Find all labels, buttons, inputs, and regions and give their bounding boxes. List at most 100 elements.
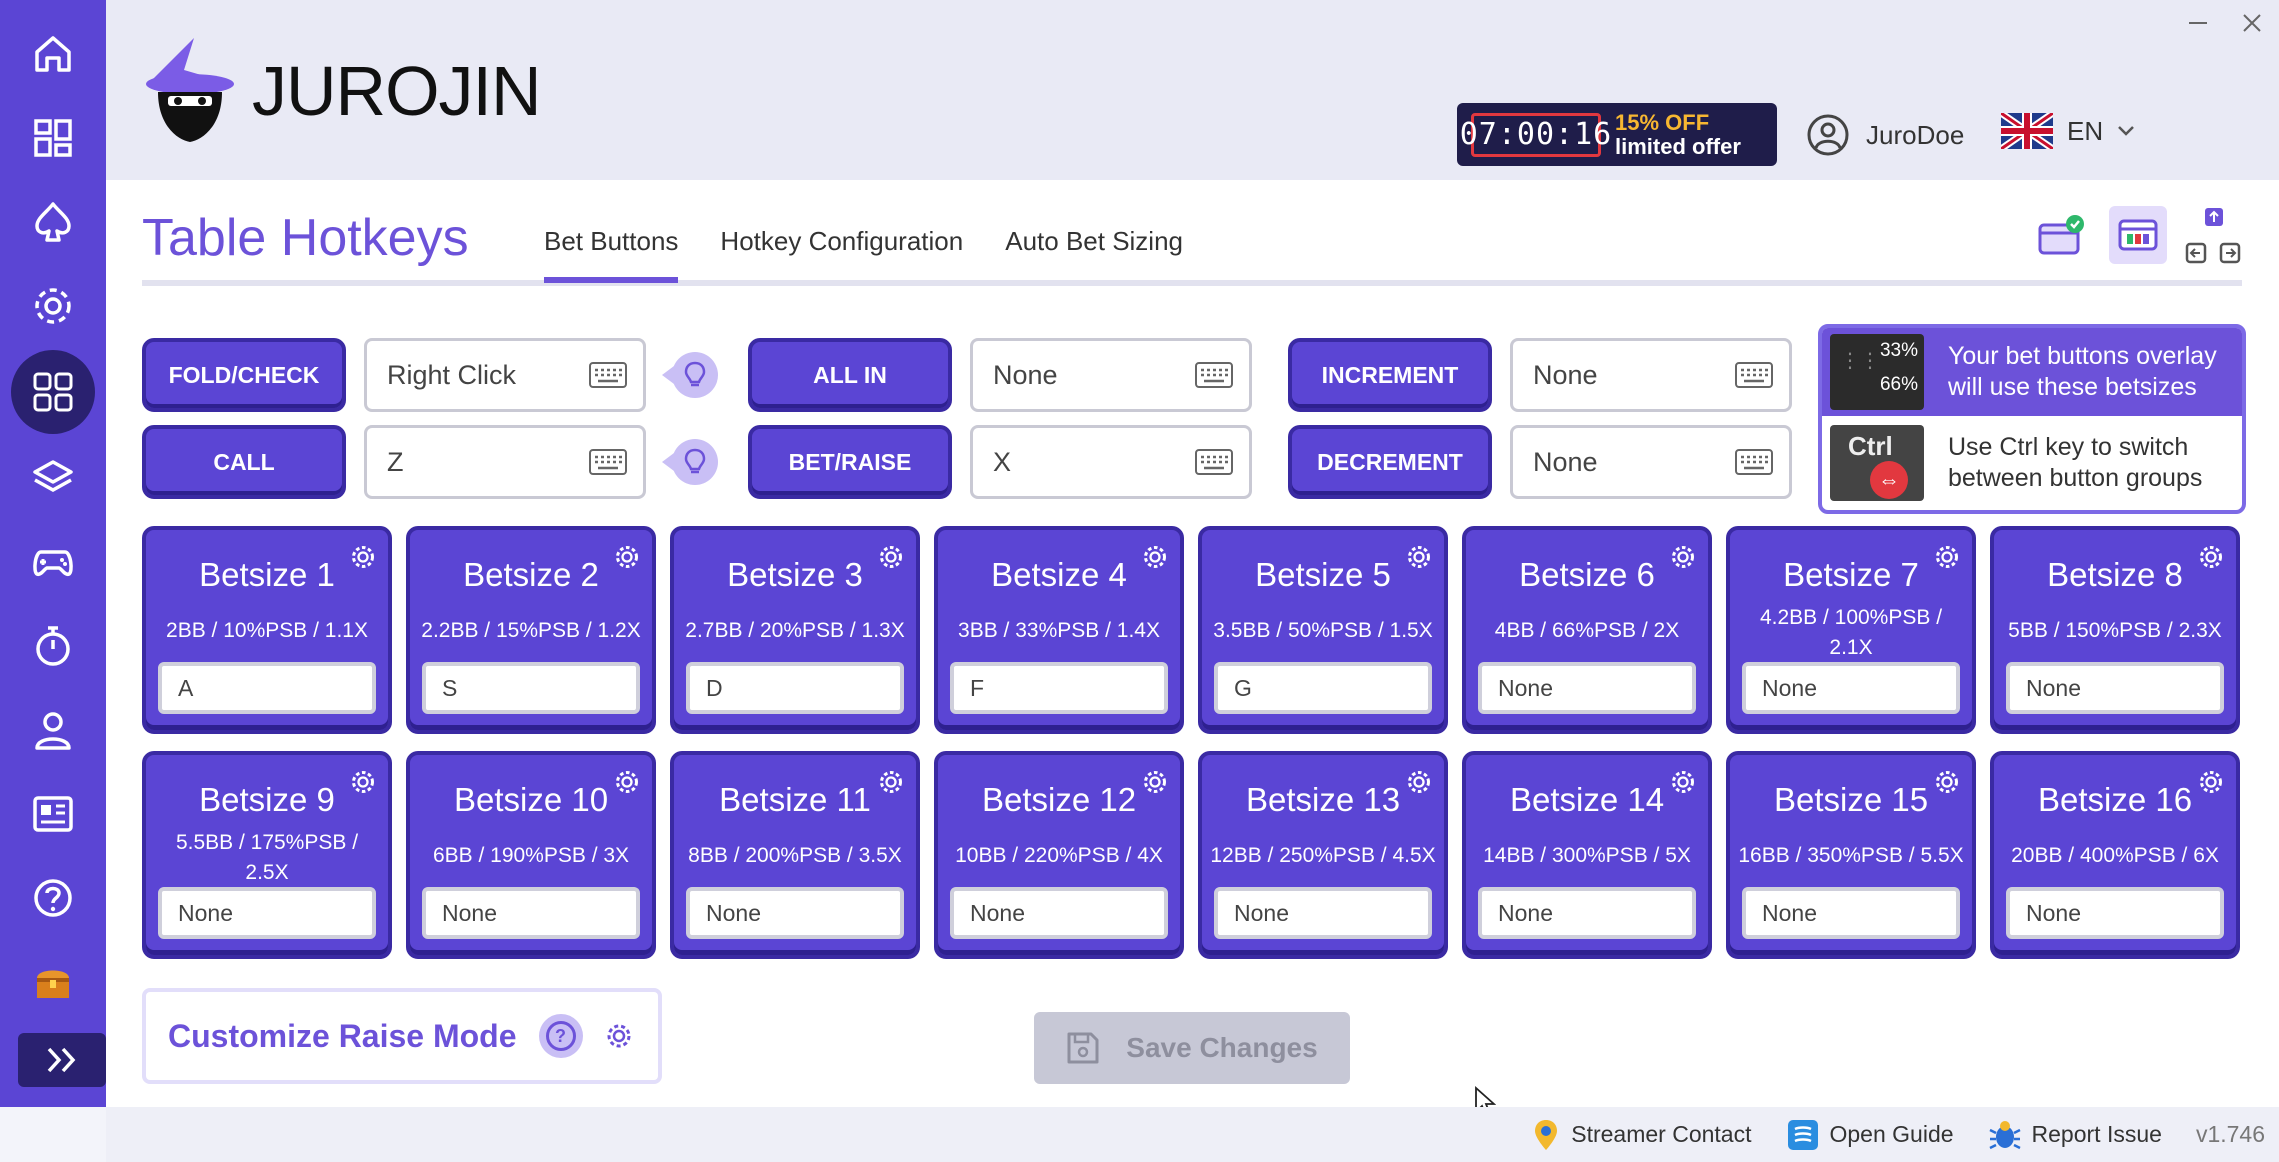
call-hotkey-value: Z — [387, 446, 404, 477]
bet-size-hotkey-input[interactable]: None — [1742, 887, 1960, 939]
call-tip-button[interactable] — [662, 439, 718, 485]
bet-size-card-3[interactable]: Betsize 3 2.7BB / 20%PSB / 1.3X D — [670, 526, 920, 734]
sidebar-item-help[interactable] — [11, 858, 95, 938]
gear-icon[interactable] — [1406, 769, 1432, 795]
bet-size-hotkey-input[interactable]: None — [158, 887, 376, 939]
table-view-button[interactable] — [2109, 206, 2167, 264]
gear-icon[interactable] — [614, 544, 640, 570]
gear-icon[interactable] — [2198, 544, 2224, 570]
gear-icon[interactable] — [1406, 544, 1432, 570]
gear-icon[interactable] — [2198, 769, 2224, 795]
bet-size-card-10[interactable]: Betsize 10 6BB / 190%PSB / 3X None — [406, 751, 656, 959]
gear-icon[interactable] — [350, 769, 376, 795]
all-in-hotkey-field[interactable]: None — [970, 338, 1252, 412]
gear-icon[interactable] — [1934, 544, 1960, 570]
call-button[interactable]: CALL — [142, 425, 346, 499]
decrement-button[interactable]: DECREMENT — [1288, 425, 1492, 499]
bet-size-hotkey-input[interactable]: None — [2006, 887, 2224, 939]
all-in-button[interactable]: ALL IN — [748, 338, 952, 412]
gear-icon[interactable] — [1670, 769, 1696, 795]
tab-auto-bet-sizing[interactable]: Auto Bet Sizing — [1005, 226, 1183, 283]
sidebar-item-news[interactable] — [11, 774, 95, 854]
user-menu[interactable]: JuroDoe — [1806, 113, 1964, 157]
fold-check-hotkey-field[interactable]: Right Click — [364, 338, 646, 412]
close-button[interactable] — [2239, 10, 2265, 36]
language-selector[interactable]: EN — [2001, 113, 2135, 149]
sidebar-item-games[interactable] — [11, 522, 95, 602]
bet-size-card-6[interactable]: Betsize 6 4BB / 66%PSB / 2X None — [1462, 526, 1712, 734]
countdown-timer: 07:00:16 — [1460, 112, 1611, 157]
bet-size-card-2[interactable]: Betsize 2 2.2BB / 15%PSB / 1.2X S — [406, 526, 656, 734]
fold-check-tip-button[interactable] — [662, 352, 718, 398]
sidebar-item-settings[interactable] — [11, 266, 95, 346]
gear-icon[interactable] — [1934, 769, 1960, 795]
bet-size-hotkey-input[interactable]: F — [950, 662, 1168, 714]
bet-size-hotkey-input[interactable]: None — [1742, 662, 1960, 714]
bet-size-card-8[interactable]: Betsize 8 5BB / 150%PSB / 2.3X None — [1990, 526, 2240, 734]
window-controls — [2185, 10, 2265, 36]
bet-size-hotkey-input[interactable]: None — [422, 887, 640, 939]
gear-icon[interactable] — [1142, 769, 1168, 795]
increment-hotkey-field[interactable]: None — [1510, 338, 1792, 412]
bet-size-hotkey-input[interactable]: G — [1214, 662, 1432, 714]
sidebar-item-layers[interactable] — [11, 438, 95, 518]
bet-size-hotkey-input[interactable]: A — [158, 662, 376, 714]
gear-icon[interactable] — [878, 544, 904, 570]
bet-size-hotkey-input[interactable]: None — [950, 887, 1168, 939]
report-issue-link[interactable]: Report Issue — [1988, 1118, 2162, 1152]
expand-sidebar-button[interactable] — [18, 1033, 106, 1087]
bet-size-card-13[interactable]: Betsize 13 12BB / 250%PSB / 4.5X None — [1198, 751, 1448, 959]
bet-size-card-7[interactable]: Betsize 7 4.2BB / 100%PSB / 2.1X None — [1726, 526, 1976, 734]
bet-size-card-4[interactable]: Betsize 4 3BB / 33%PSB / 1.4X F — [934, 526, 1184, 734]
bet-size-hotkey-input[interactable]: None — [1214, 887, 1432, 939]
bet-size-card-5[interactable]: Betsize 5 3.5BB / 50%PSB / 1.5X G — [1198, 526, 1448, 734]
increment-button[interactable]: INCREMENT — [1288, 338, 1492, 412]
sidebar-item-spade[interactable] — [11, 182, 95, 262]
arrange-view-button[interactable] — [2185, 206, 2243, 264]
bet-size-hotkey-input[interactable]: None — [2006, 662, 2224, 714]
gear-icon[interactable] — [605, 1022, 633, 1050]
decrement-hotkey-value: None — [1533, 446, 1598, 477]
tab-bet-buttons[interactable]: Bet Buttons — [544, 226, 679, 283]
promo-banner[interactable]: 07:00:16 15% OFF limited offer — [1457, 103, 1777, 166]
sidebar-item-hotkeys[interactable] — [11, 350, 95, 434]
gear-icon[interactable] — [350, 544, 376, 570]
bet-size-card-12[interactable]: Betsize 12 10BB / 220%PSB / 4X None — [934, 751, 1184, 959]
decrement-hotkey-field[interactable]: None — [1510, 425, 1792, 499]
sidebar-item-timer[interactable] — [11, 606, 95, 686]
bet-size-card-14[interactable]: Betsize 14 14BB / 300%PSB / 5X None — [1462, 751, 1712, 959]
gear-icon[interactable] — [1142, 544, 1168, 570]
tab-hotkey-configuration[interactable]: Hotkey Configuration — [720, 226, 963, 283]
minimize-button[interactable] — [2185, 10, 2211, 36]
fold-check-button[interactable]: FOLD/CHECK — [142, 338, 346, 412]
gear-icon[interactable] — [1670, 544, 1696, 570]
bet-raise-hotkey-field[interactable]: X — [970, 425, 1252, 499]
streamer-contact-link[interactable]: Streamer Contact — [1531, 1118, 1752, 1152]
window-check-view-button[interactable] — [2033, 206, 2091, 264]
bet-size-description: 4BB / 66%PSB / 2X — [1494, 618, 1680, 642]
bet-size-card-16[interactable]: Betsize 16 20BB / 400%PSB / 6X None — [1990, 751, 2240, 959]
bet-raise-button[interactable]: BET/RAISE — [748, 425, 952, 499]
bet-size-card-15[interactable]: Betsize 15 16BB / 350%PSB / 5.5X None — [1726, 751, 1976, 959]
bet-size-card-1[interactable]: Betsize 1 2BB / 10%PSB / 1.1X A — [142, 526, 392, 734]
bet-size-hotkey-input[interactable]: D — [686, 662, 904, 714]
save-changes-button[interactable]: Save Changes — [1034, 1012, 1350, 1084]
fold-check-hotkey-value: Right Click — [387, 359, 517, 390]
sidebar-item-home[interactable] — [11, 14, 95, 94]
bet-size-card-9[interactable]: Betsize 9 5.5BB / 175%PSB / 2.5X None — [142, 751, 392, 959]
sidebar-item-dashboard[interactable] — [11, 98, 95, 178]
bet-size-hotkey-input[interactable]: S — [422, 662, 640, 714]
sidebar-item-profile[interactable] — [11, 690, 95, 770]
uk-flag-icon — [2001, 113, 2053, 149]
bet-size-hotkey-input[interactable]: None — [1478, 662, 1696, 714]
customize-raise-mode-panel[interactable]: Customize Raise Mode ? — [142, 988, 662, 1084]
help-bubble-button[interactable]: ? — [538, 1014, 583, 1058]
gear-icon[interactable] — [878, 769, 904, 795]
bet-size-hotkey-input[interactable]: None — [686, 887, 904, 939]
open-guide-link[interactable]: Open Guide — [1786, 1118, 1954, 1152]
call-hotkey-field[interactable]: Z — [364, 425, 646, 499]
bet-size-card-11[interactable]: Betsize 11 8BB / 200%PSB / 3.5X None — [670, 751, 920, 959]
gear-icon[interactable] — [614, 769, 640, 795]
sidebar-item-treasure[interactable] — [11, 942, 95, 1022]
bet-size-hotkey-input[interactable]: None — [1478, 887, 1696, 939]
